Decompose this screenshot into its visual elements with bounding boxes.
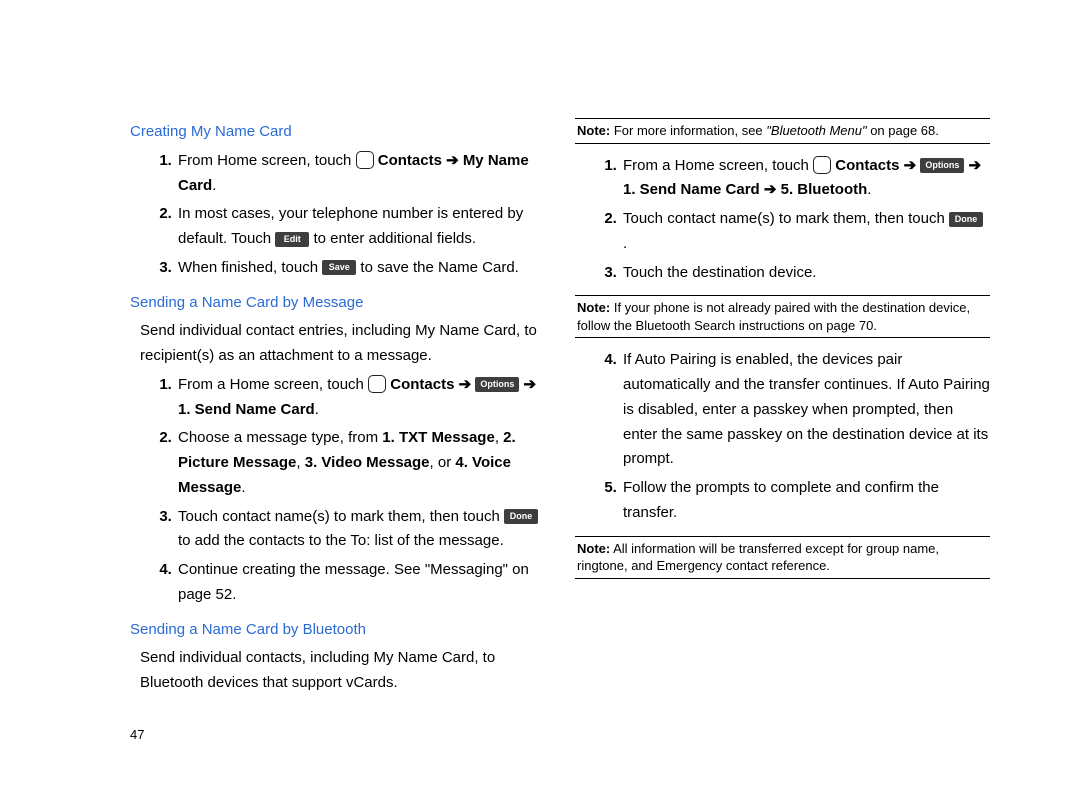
text: If Auto Pairing is enabled, the devices …	[623, 351, 990, 467]
note-label: Note:	[577, 541, 610, 556]
step: Touch the destination device.	[621, 261, 990, 286]
text: .	[212, 177, 216, 194]
done-softkey: Done	[504, 509, 538, 524]
text: to save the Name Card.	[356, 259, 519, 276]
step: Follow the prompts to complete and confi…	[621, 476, 990, 526]
note-label: Note:	[577, 123, 610, 138]
steps-bluetooth-b: If Auto Pairing is enabled, the devices …	[575, 348, 990, 525]
left-column: Creating My Name Card From Home screen, …	[130, 112, 545, 745]
step: From Home screen, touch Contacts ➔ My Na…	[176, 149, 545, 199]
steps-bluetooth-a: From a Home screen, touch Contacts ➔ Opt…	[575, 154, 990, 286]
text: Continue creating the message. See "Mess…	[178, 561, 529, 603]
note-box: Note: If your phone is not already paire…	[575, 295, 990, 338]
heading-send-by-message: Sending a Name Card by Message	[130, 291, 545, 316]
heading-creating-name-card: Creating My Name Card	[130, 120, 545, 145]
text: Touch the destination device.	[623, 264, 816, 281]
note-italic: "Bluetooth Menu"	[766, 123, 866, 138]
text: .	[623, 235, 627, 252]
step: If Auto Pairing is enabled, the devices …	[621, 348, 990, 472]
arrow: ➔	[519, 376, 536, 393]
text: ,	[296, 454, 304, 471]
done-softkey: Done	[949, 212, 983, 227]
text: Choose a message type, from	[178, 429, 382, 446]
step: In most cases, your telephone number is …	[176, 202, 545, 252]
page-number: 47	[130, 724, 545, 745]
text: From a Home screen, touch	[623, 157, 813, 174]
intro-text: Send individual contacts, including My N…	[140, 646, 545, 696]
step: From a Home screen, touch Contacts ➔ Opt…	[621, 154, 990, 204]
note-text: If your phone is not already paired with…	[577, 300, 970, 333]
edit-softkey: Edit	[275, 232, 309, 247]
arrow: ➔	[964, 157, 981, 174]
text: to add the contacts to the To: list of t…	[178, 532, 504, 549]
options-softkey: Options	[475, 377, 519, 392]
bold-text: 1. Send Name Card	[178, 401, 315, 418]
right-column: Note: For more information, see "Bluetoo…	[575, 112, 990, 745]
note-box: Note: All information will be transferre…	[575, 536, 990, 579]
text: From Home screen, touch	[178, 152, 356, 169]
note-label: Note:	[577, 300, 610, 315]
note-box: Note: For more information, see "Bluetoo…	[575, 118, 990, 144]
bold-text: Contacts ➔	[835, 157, 920, 174]
heading-send-by-bluetooth: Sending a Name Card by Bluetooth	[130, 618, 545, 643]
text: Follow the prompts to complete and confi…	[623, 479, 939, 521]
step: Continue creating the message. See "Mess…	[176, 558, 545, 608]
step: Choose a message type, from 1. TXT Messa…	[176, 426, 545, 500]
app-icon	[813, 156, 831, 174]
text: Touch contact name(s) to mark them, then…	[178, 508, 504, 525]
save-softkey: Save	[322, 260, 356, 275]
text: From a Home screen, touch	[178, 376, 368, 393]
step: Touch contact name(s) to mark them, then…	[176, 505, 545, 555]
text: to enter additional fields.	[309, 230, 476, 247]
step: Touch contact name(s) to mark them, then…	[621, 207, 990, 257]
options-softkey: Options	[920, 158, 964, 173]
text: .	[867, 181, 871, 198]
steps-send-message: From a Home screen, touch Contacts ➔ Opt…	[130, 373, 545, 608]
text: ,	[495, 429, 503, 446]
steps-creating: From Home screen, touch Contacts ➔ My Na…	[130, 149, 545, 281]
app-icon	[356, 151, 374, 169]
note-text: on page 68.	[867, 123, 939, 138]
text: .	[241, 479, 245, 496]
note-text: All information will be transferred exce…	[577, 541, 939, 574]
text: , or	[430, 454, 456, 471]
text: Touch contact name(s) to mark them, then…	[623, 210, 949, 227]
bold-text: 1. TXT Message	[382, 429, 495, 446]
bold-text: Contacts ➔	[390, 376, 475, 393]
step: From a Home screen, touch Contacts ➔ Opt…	[176, 373, 545, 423]
text: When finished, touch	[178, 259, 322, 276]
step: When finished, touch Save to save the Na…	[176, 256, 545, 281]
bold-text: 3. Video Message	[305, 454, 430, 471]
text: .	[315, 401, 319, 418]
intro-text: Send individual contact entries, includi…	[140, 319, 545, 369]
bold-text: 1. Send Name Card ➔ 5. Bluetooth	[623, 181, 867, 198]
note-text: For more information, see	[610, 123, 766, 138]
app-icon	[368, 375, 386, 393]
manual-page: Creating My Name Card From Home screen, …	[0, 0, 1080, 785]
